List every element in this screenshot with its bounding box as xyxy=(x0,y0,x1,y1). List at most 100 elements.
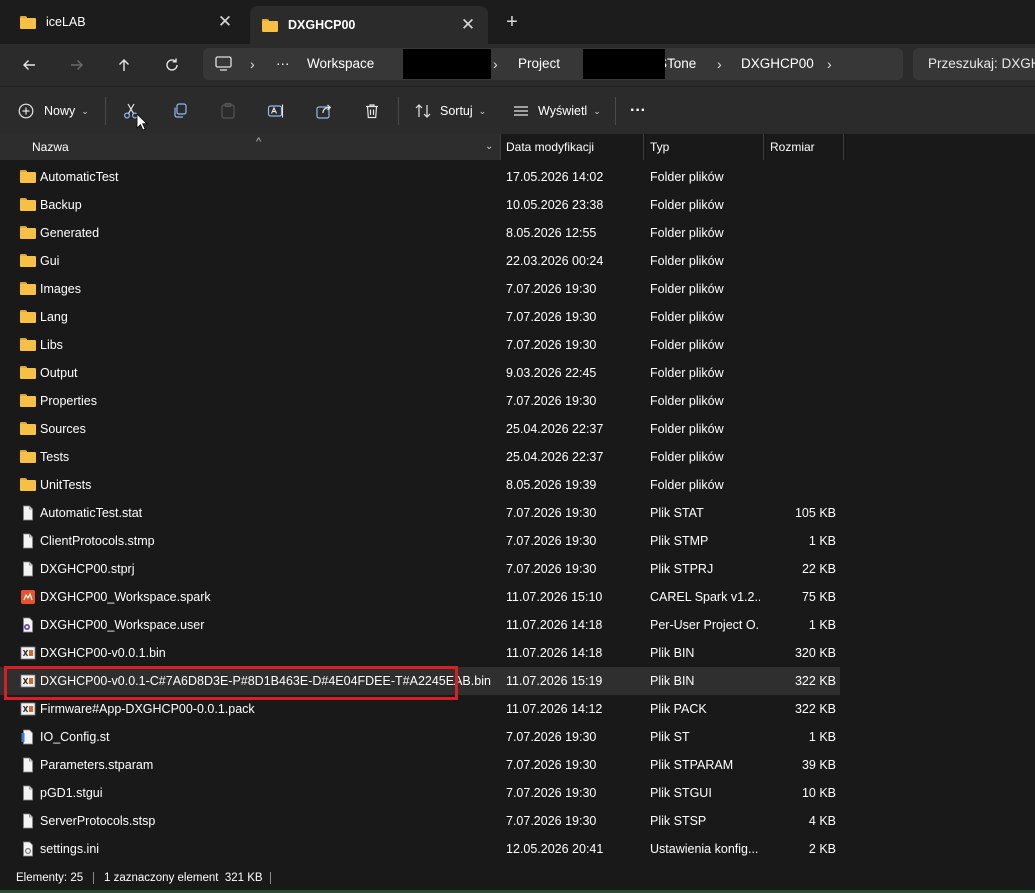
file-type: Folder plików xyxy=(650,338,724,352)
chevron-down-icon: ⌄ xyxy=(478,105,487,116)
share-button[interactable] xyxy=(315,97,333,125)
file-type: Ustawienia konfig... xyxy=(650,842,759,856)
tab-dxghcp00[interactable]: DXGHCP00 ✕ xyxy=(250,6,488,44)
file-size: 75 KB xyxy=(801,590,836,604)
annotation-highlight-box xyxy=(4,666,458,700)
column-divider[interactable] xyxy=(843,134,844,160)
file-type: Plik BIN xyxy=(650,646,695,660)
file-row[interactable]: Gui 22.03.2026 00:24 Folder plików xyxy=(0,247,840,275)
file-row[interactable]: UnitTests 8.05.2026 19:39 Folder plików xyxy=(0,471,840,499)
tab-icelab[interactable]: iceLAB ✕ xyxy=(8,6,245,38)
divider xyxy=(105,97,106,125)
folder-icon xyxy=(20,253,36,269)
back-button[interactable] xyxy=(16,52,42,78)
column-size[interactable]: Rozmiar xyxy=(764,134,843,160)
file-type: Folder plików xyxy=(650,478,724,492)
close-tab-icon[interactable]: ✕ xyxy=(215,12,235,32)
file-row[interactable]: IO_Config.st 7.07.2026 19:30 Plik ST 1 KB xyxy=(0,723,840,751)
file-date: 7.07.2026 19:30 xyxy=(506,786,597,800)
column-name[interactable]: Nazwa ^ ⌄ xyxy=(0,134,500,160)
divider xyxy=(398,97,399,125)
new-tab-button[interactable]: + xyxy=(500,11,524,35)
file-row[interactable]: Libs 7.07.2026 19:30 Folder plików xyxy=(0,331,840,359)
file-row[interactable]: pGD1.stgui 7.07.2026 19:30 Plik STGUI 10 KB xyxy=(0,779,840,807)
tab-strip: iceLAB ✕ DXGHCP00 ✕ + xyxy=(0,0,1035,44)
chevron-down-icon[interactable]: ⌄ xyxy=(485,134,493,160)
address-bar[interactable]: › ··· Workspace › Project STone › DXGHCP… xyxy=(203,48,903,80)
search-input[interactable]: Przeszukaj: DXGHCP00 xyxy=(913,48,1035,80)
up-button[interactable] xyxy=(111,52,137,78)
rename-button[interactable] xyxy=(267,97,285,125)
folder-icon xyxy=(20,15,36,29)
scrollbar[interactable] xyxy=(1029,160,1033,860)
new-button-label: Nowy xyxy=(44,104,76,118)
file-name: Libs xyxy=(40,338,63,352)
file-row[interactable]: Backup 10.05.2026 23:38 Folder plików xyxy=(0,191,840,219)
file-row[interactable]: DXGHCP00_Workspace.spark 11.07.2026 15:10… xyxy=(0,583,840,611)
file-row[interactable]: DXGHCP00.stprj 7.07.2026 19:30 Plik STPRJ 2… xyxy=(0,555,840,583)
arrow-up-icon xyxy=(119,59,129,71)
file-row[interactable]: ClientProtocols.stmp 7.07.2026 19:30 Plik … xyxy=(0,527,840,555)
arrow-left-icon xyxy=(23,60,35,70)
view-button[interactable]: Wyświetl ⌄ xyxy=(512,97,601,125)
file-row[interactable]: DXGHCP00_Workspace.user 11.07.2026 14:18 P… xyxy=(0,611,840,639)
file-size xyxy=(770,443,836,471)
file-row[interactable]: DXGHCP00-v0.0.1.bin 11.07.2026 14:18 Plik … xyxy=(0,639,840,667)
file-name: Gui xyxy=(40,254,60,268)
file-row[interactable]: Output 9.03.2026 22:45 Folder plików xyxy=(0,359,840,387)
file-row[interactable]: AutomaticTest.stat 7.07.2026 19:30 Plik ST… xyxy=(0,499,840,527)
close-tab-icon[interactable]: ✕ xyxy=(458,15,478,35)
file-size xyxy=(770,387,836,415)
chevron-right-icon: › xyxy=(493,56,498,72)
file-size: 1 KB xyxy=(808,534,836,548)
breadcrumb-dxghcp00[interactable]: DXGHCP00 xyxy=(741,48,814,80)
file-size: 322 KB xyxy=(794,702,836,716)
arrow-right-icon xyxy=(71,60,83,70)
file-size xyxy=(770,247,836,275)
file-row[interactable]: Lang 7.07.2026 19:30 Folder plików xyxy=(0,303,840,331)
spark-file-icon xyxy=(20,589,36,605)
forward-button[interactable] xyxy=(64,52,90,78)
folder-icon xyxy=(20,393,36,409)
paste-button[interactable] xyxy=(219,97,237,125)
file-row[interactable]: Parameters.stparam 7.07.2026 19:30 Plik ST… xyxy=(0,751,840,779)
file-row[interactable]: AutomaticTest 17.05.2026 14:02 Folder plik… xyxy=(0,163,840,191)
file-icon xyxy=(20,813,36,829)
view-button-label: Wyświetl xyxy=(538,104,588,118)
file-row[interactable]: Properties 7.07.2026 19:30 Folder plików xyxy=(0,387,840,415)
redacted-block xyxy=(583,49,665,79)
new-button[interactable]: Nowy ⌄ xyxy=(18,97,89,125)
clipboard-icon xyxy=(221,102,235,119)
file-name: AutomaticTest.stat xyxy=(40,506,143,520)
file-row[interactable]: ServerProtocols.stsp 7.07.2026 19:30 Plik … xyxy=(0,807,840,835)
file-date: 7.07.2026 19:30 xyxy=(506,338,597,352)
folder-icon xyxy=(20,449,36,465)
file-name: Generated xyxy=(40,226,100,240)
file-date: 22.03.2026 00:24 xyxy=(506,254,604,268)
share-icon xyxy=(316,104,332,119)
breadcrumb-project[interactable]: Project xyxy=(518,48,560,80)
file-size xyxy=(770,331,836,359)
sort-button[interactable]: Sortuj ⌄ xyxy=(414,97,486,125)
file-size: 10 KB xyxy=(801,786,836,800)
file-row[interactable]: Sources 25.04.2026 22:37 Folder plików xyxy=(0,415,840,443)
column-type[interactable]: Typ xyxy=(644,134,763,160)
copy-button[interactable] xyxy=(171,97,189,125)
file-icon xyxy=(20,561,36,577)
breadcrumb-workspace[interactable]: Workspace xyxy=(307,48,374,80)
delete-button[interactable] xyxy=(363,97,381,125)
file-type: Plik STSP xyxy=(650,814,707,828)
file-row[interactable]: Generated 8.05.2026 12:55 Folder plików xyxy=(0,219,840,247)
file-size xyxy=(770,303,836,331)
copy-icon xyxy=(174,103,187,118)
folder-icon xyxy=(20,281,36,297)
refresh-button[interactable] xyxy=(159,52,185,78)
file-size: 320 KB xyxy=(794,646,836,660)
file-row[interactable]: Tests 25.04.2026 22:37 Folder plików xyxy=(0,443,840,471)
more-options-button[interactable]: ··· xyxy=(630,97,646,125)
column-date[interactable]: Data modyfikacji xyxy=(500,134,643,160)
breadcrumb-overflow[interactable]: ··· xyxy=(276,48,290,80)
file-name: Parameters.stparam xyxy=(40,758,154,772)
file-row[interactable]: settings.ini 12.05.2026 20:41 Ustawienia k… xyxy=(0,835,840,863)
file-row[interactable]: Images 7.07.2026 19:30 Folder plików xyxy=(0,275,840,303)
